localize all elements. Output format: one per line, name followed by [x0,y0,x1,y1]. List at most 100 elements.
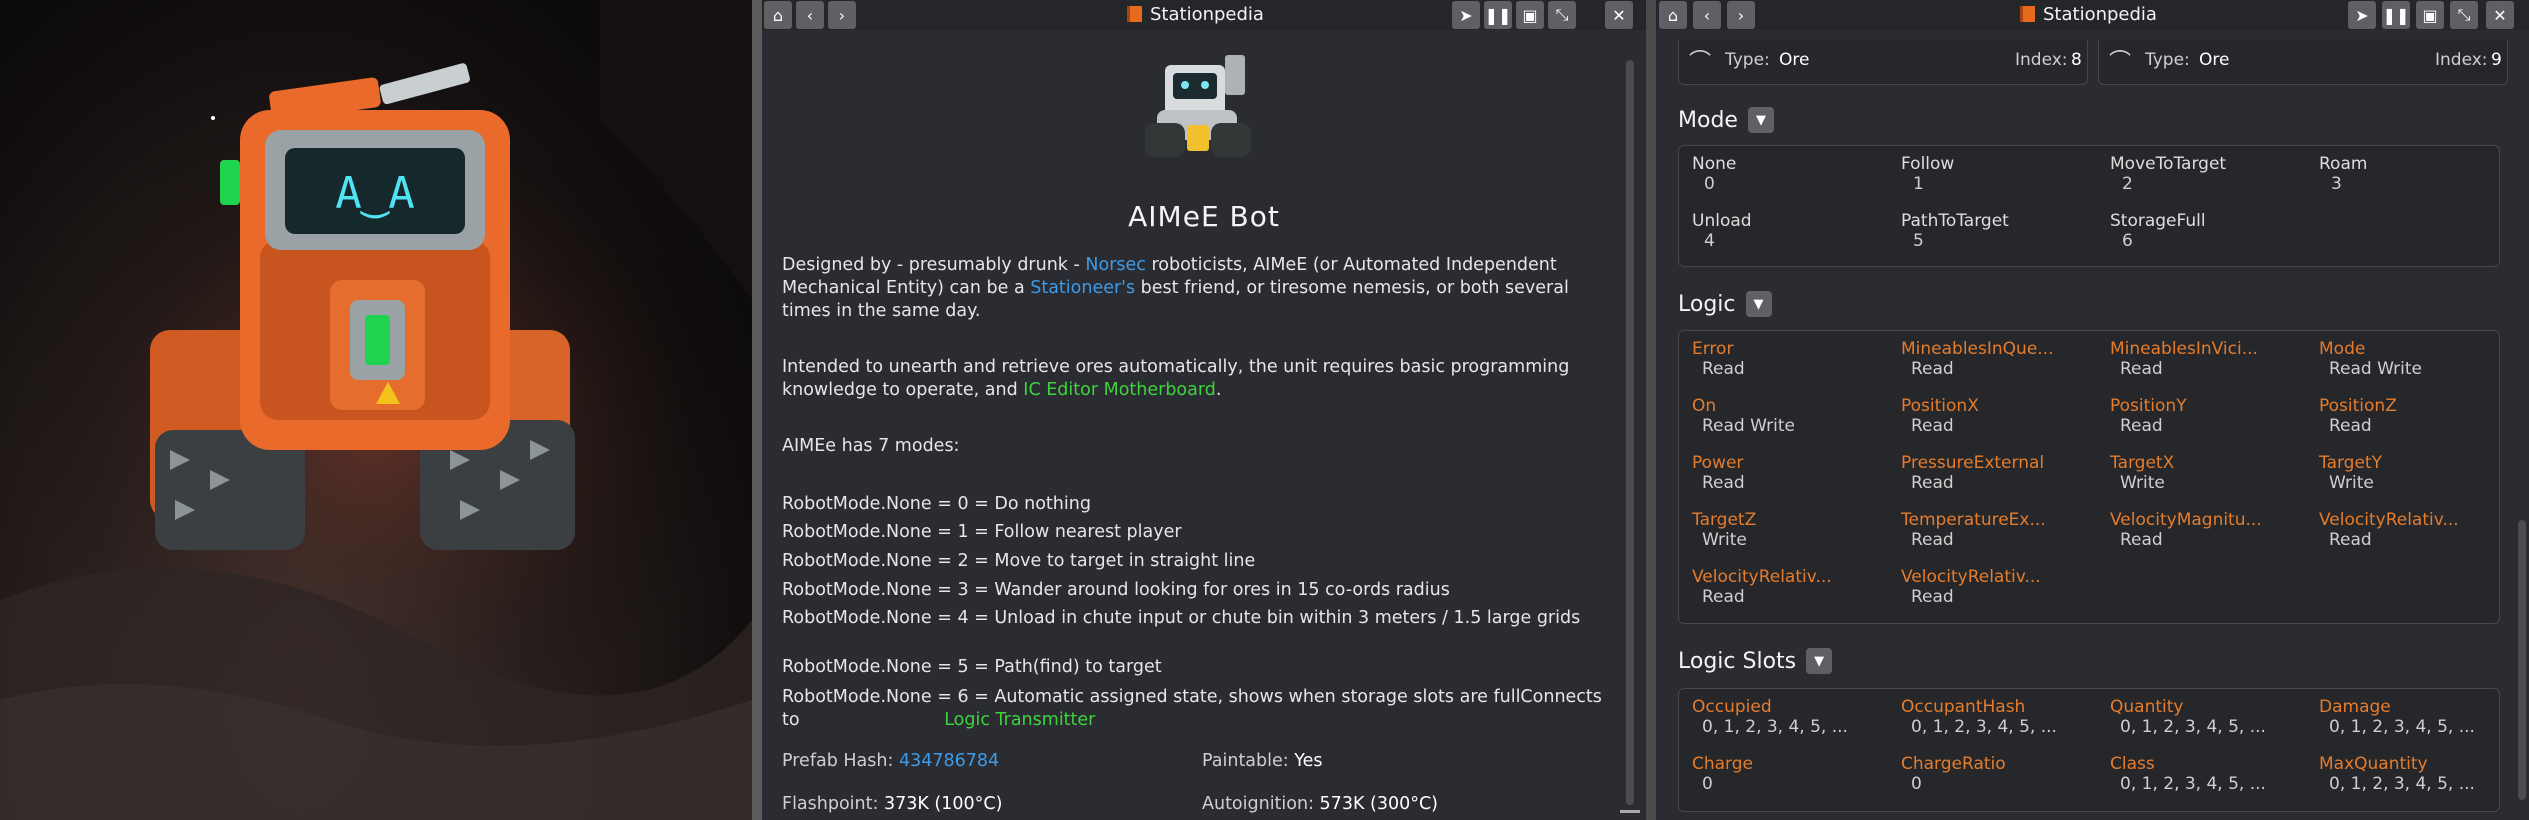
window-icon[interactable]: ▣ [2416,1,2444,29]
link-norsec[interactable]: Norsec [1085,255,1146,275]
logic-name: VelocityRelativ... [1901,567,2041,587]
logic-access: Read [2120,416,2163,436]
slot-value: 0, 1, 2, 3, 4, 5, ... [1702,717,1848,737]
ore-icon: ⌒ [1689,50,1712,75]
prefab-hash-label: Prefab Hash: [782,751,899,771]
slot-value: 0, 1, 2, 3, 4, 5, ... [2329,774,2475,794]
minimize-icon[interactable]: ⤡ [2450,1,2478,29]
logic-entry: VelocityMagnitu... Read [2110,510,2262,550]
pane-divider[interactable] [752,0,762,820]
cursor-icon[interactable]: ➤ [1452,1,1480,29]
item-title: AIMeE Bot [1128,200,1280,233]
forward-icon[interactable]: › [1727,1,1755,29]
home-icon[interactable]: ⌂ [1659,1,1687,29]
close-icon[interactable]: ✕ [1605,1,1633,29]
mode-entry: StorageFull 6 [2110,211,2206,251]
home-icon[interactable]: ⌂ [764,1,792,29]
slot-value: 0 [1702,774,1713,794]
ore-index-value: 8 [2071,50,2082,70]
ore-index-label: Index: [2015,50,2068,70]
mode-entry: MoveToTarget 2 [2110,154,2226,194]
chevron-down-icon[interactable]: ▼ [1806,648,1833,674]
logic-access: Read [2329,530,2372,550]
slot-value: 0, 1, 2, 3, 4, 5, ... [2120,774,2266,794]
window-icon[interactable]: ▣ [1516,1,1544,29]
resize-grip-icon[interactable] [1620,810,1640,813]
slot-entry: OccupantHash 0, 1, 2, 3, 4, 5, ... [1901,697,2057,737]
logic-entry: Mode Read Write [2319,339,2422,379]
prefab-hash: Prefab Hash: 434786784 [782,751,999,771]
description-paragraph-2: Intended to unearth and retrieve ores au… [782,356,1618,402]
slot-entry: Charge 0 [1692,754,1753,794]
prefab-hash-value[interactable]: 434786784 [899,751,999,771]
link-ic-editor-motherboard[interactable]: IC Editor Motherboard [1023,380,1216,400]
paintable-value: Yes [1294,751,1323,771]
back-icon[interactable]: ‹ [796,1,824,29]
slot-value: 0 [1911,774,1922,794]
desc-text: . [1215,380,1222,400]
mode-line: RobotMode.None = 3 = Wander around looki… [782,580,1450,600]
link-stationeer[interactable]: Stationeer's [1030,278,1135,298]
chevron-down-icon[interactable]: ▼ [1745,291,1772,317]
ore-card[interactable]: ⌒ Type: Ore Index: 8 [1678,40,2088,85]
ore-icon: ⌒ [2109,50,2132,75]
slot-name: Charge [1692,754,1754,774]
slot-name: OccupantHash [1901,697,2026,717]
window-titlebar[interactable]: ⌂ ‹ › Stationpedia ➤ ❚❚ ▣ ⤡ ✕ [1656,0,2529,30]
logic-name: PositionX [1901,396,1979,416]
flashpoint-value: 373K (100°C) [883,794,1003,814]
mode-name: Roam [2319,154,2368,174]
slot-entry: MaxQuantity 0, 1, 2, 3, 4, 5, ... [2319,754,2475,794]
logic-entry: VelocityRelativ... Read [2319,510,2459,550]
game-viewport: A‿A [0,0,752,820]
logic-entry: Error Read [1692,339,1745,379]
logic-entry: PositionZ Read [2319,396,2397,436]
slot-value: 0, 1, 2, 3, 4, 5, ... [2329,717,2475,737]
scrollbar[interactable] [2518,520,2526,800]
ore-index-label: Index: [2435,50,2488,70]
ore-card[interactable]: ⌒ Type: Ore Index: 9 [2098,40,2508,85]
slot-name: Class [2110,754,2155,774]
mode-name: PathToTarget [1901,211,2009,231]
slot-entry: Occupied 0, 1, 2, 3, 4, 5, ... [1692,697,1848,737]
mode-line-6: RobotMode.None = 6 = Automatic assigned … [782,686,1618,732]
autoignition-value: 573K (300°C) [1319,794,1439,814]
logic-access: Read Write [2329,359,2423,379]
mode-name: Unload [1692,211,1752,231]
mode-value: 4 [1704,231,1715,251]
cursor-icon[interactable]: ➤ [2348,1,2376,29]
link-logic-transmitter[interactable]: Logic Transmitter [944,710,1095,730]
pane-divider[interactable] [1646,0,1656,820]
window-titlebar[interactable]: ⌂ ‹ › Stationpedia ➤ ❚❚ ▣ ⤡ ✕ [762,0,1646,30]
ore-type-label: Type: [2145,50,2190,70]
paintable: Paintable: Yes [1202,751,1322,771]
mode-section-header[interactable]: Mode ▼ [1678,107,1774,133]
logic-slots-section-header[interactable]: Logic Slots ▼ [1678,648,1833,674]
pause-icon[interactable]: ❚❚ [1484,1,1512,29]
logic-table: Error Read MineablesInQue... Read Mineable… [1678,330,2500,624]
logic-entry: TargetX Write [2110,453,2174,493]
mode-line: RobotMode.None = 0 = Do nothing [782,494,1091,514]
logic-access: Write [2329,473,2374,493]
logic-name: PositionY [2110,396,2187,416]
logic-slots-table: Occupied 0, 1, 2, 3, 4, 5, ... OccupantHa… [1678,688,2500,812]
mode-entry: Roam 3 [2319,154,2367,194]
pause-icon[interactable]: ❚❚ [2382,1,2410,29]
close-icon[interactable]: ✕ [2486,1,2514,29]
mode-line: RobotMode.None = 5 = Path(find) to targe… [782,657,1162,677]
logic-name: TargetX [2110,453,2175,473]
minimize-icon[interactable]: ⤡ [1548,1,1576,29]
robot-face-text: A‿A [335,168,414,219]
logic-name: Error [1692,339,1734,359]
scrollbar[interactable] [1626,60,1634,805]
forward-icon[interactable]: › [828,1,856,29]
chevron-down-icon[interactable]: ▼ [1747,107,1774,133]
slot-name: ChargeRatio [1901,754,2006,774]
logic-entry: MineablesInQue... Read [1901,339,2054,379]
back-icon[interactable]: ‹ [1693,1,1721,29]
logic-entry: VelocityRelativ... Read [1901,567,2041,607]
logic-entry: TargetY Write [2319,453,2382,493]
logic-entry: PositionY Read [2110,396,2187,436]
logic-section-header[interactable]: Logic ▼ [1678,291,1772,317]
book-icon [1127,6,1142,22]
